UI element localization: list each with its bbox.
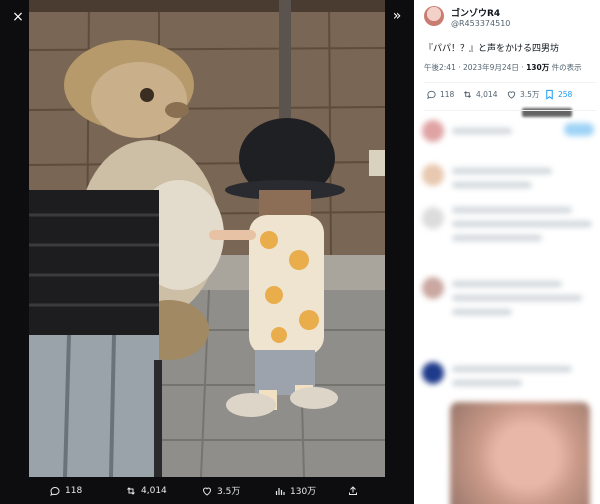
crates	[29, 190, 159, 340]
photo-illustration	[29, 0, 385, 477]
media-action-bar: 118 4,014 3.5万 130万	[29, 477, 385, 504]
like-button[interactable]: 3.5万	[201, 484, 240, 497]
heart-icon	[202, 487, 212, 496]
tweet-meta: 午後2:41 · 2023年9月24日 · 130万 件の表示	[424, 62, 582, 73]
panel-like-button[interactable]: 3.5万	[506, 89, 539, 100]
share-icon	[349, 485, 357, 495]
panel-like-count: 3.5万	[520, 90, 540, 99]
panel-reply-button[interactable]: 118	[426, 89, 454, 100]
bench	[29, 334, 162, 477]
blurred-replies	[414, 112, 600, 504]
reply-button[interactable]: 118	[49, 485, 82, 497]
author-handle[interactable]: @R453374510	[451, 19, 510, 28]
tweet-timestamp[interactable]: 午後2:41 · 2023年9月24日 ·	[424, 63, 526, 72]
author-avatar[interactable]	[424, 6, 444, 26]
divider	[424, 82, 596, 83]
divider	[424, 110, 596, 111]
expand-panel-icon[interactable]: »	[389, 8, 405, 24]
reply-icon	[50, 486, 60, 496]
tweet-photo[interactable]	[29, 0, 385, 477]
tweet-view-count: 130万	[526, 63, 550, 72]
tweet-text: 『パパ！？』と声をかける四男坊	[424, 44, 560, 54]
like-count: 3.5万	[217, 487, 241, 497]
views-button[interactable]: 130万	[274, 484, 316, 497]
bookmark-icon	[546, 89, 553, 100]
tweet-stats-bar: 118 4,014 3.5万 258	[424, 89, 596, 105]
share-button[interactable]	[347, 485, 359, 497]
retweet-icon	[127, 486, 135, 495]
retweet-button[interactable]: 4,014	[125, 485, 167, 497]
reply-icon	[427, 90, 436, 99]
panel-retweet-count: 4,014	[476, 90, 498, 99]
views-chart-icon	[275, 487, 285, 495]
blurred-reply-image	[450, 402, 590, 504]
tweet-view-suffix: 件の表示	[549, 63, 582, 72]
views-count: 130万	[290, 487, 317, 497]
panel-bookmark-count: 258	[558, 90, 573, 99]
close-icon[interactable]: ×	[10, 9, 26, 25]
panel-retweet-button[interactable]: 4,014	[462, 89, 497, 100]
reply-count: 118	[65, 485, 83, 496]
heart-icon	[507, 91, 516, 99]
author-name[interactable]: ゴンゾウR4	[451, 6, 500, 19]
panel-bookmark-button[interactable]: 258	[544, 89, 572, 100]
media-viewer: × » 118 4,014 3.5万 130万	[0, 0, 414, 504]
tweet-panel: ゴンゾウR4 @R453374510 『パパ！？』と声をかける四男坊 午後2:4…	[414, 0, 600, 504]
retweet-icon	[463, 91, 472, 98]
retweet-count: 4,014	[141, 485, 167, 496]
panel-reply-count: 118	[440, 90, 455, 99]
